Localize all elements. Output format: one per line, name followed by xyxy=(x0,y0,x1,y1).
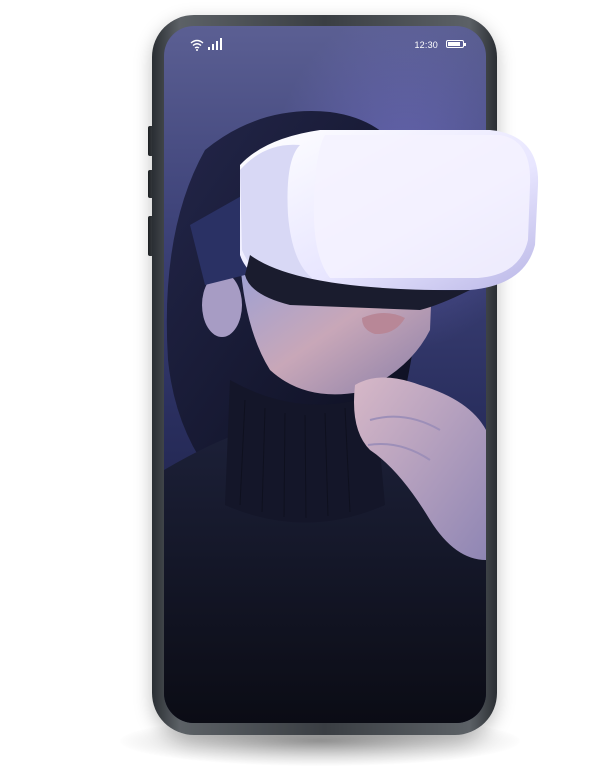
vr-user-photo xyxy=(164,111,539,723)
wifi-icon xyxy=(190,39,204,51)
status-time: 12:30 xyxy=(414,40,438,50)
signal-bars-icon xyxy=(208,38,222,50)
battery-icon xyxy=(446,40,466,48)
status-bar: 12:30 xyxy=(164,26,486,66)
